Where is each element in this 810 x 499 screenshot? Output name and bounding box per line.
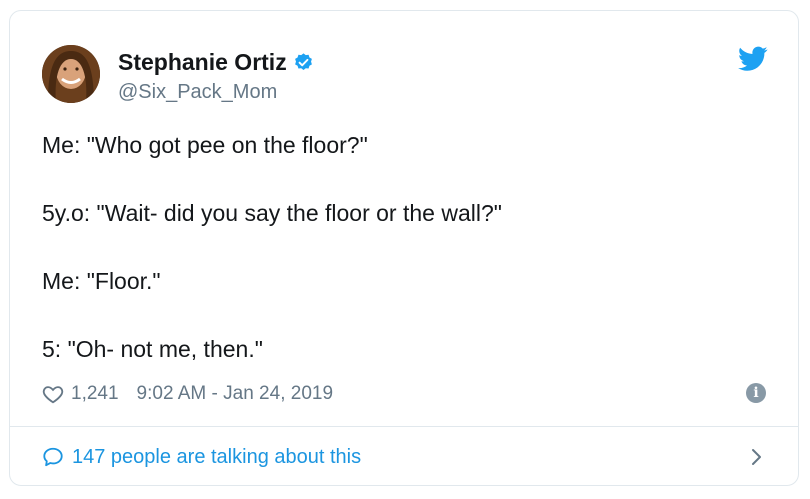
author-name[interactable]: Stephanie Ortiz	[118, 49, 287, 76]
avatar[interactable]	[42, 45, 100, 103]
divider	[10, 426, 798, 427]
info-circle-icon[interactable]: i	[746, 383, 766, 403]
conversation-text[interactable]: 147 people are talking about this	[72, 446, 361, 469]
conversation-link[interactable]: 147 people are talking about this	[42, 441, 766, 473]
twitter-bird-icon[interactable]	[738, 46, 768, 72]
author-name-row: Stephanie Ortiz	[118, 49, 314, 76]
avatar-portrait-icon	[42, 45, 100, 103]
tweet-timestamp[interactable]: 9:02 AM - Jan 24, 2019	[137, 383, 333, 405]
verified-badge-icon	[293, 52, 314, 73]
tweet-line: Me: "Who got pee on the floor?"	[42, 132, 368, 158]
tweet-embed-card: Stephanie Ortiz @Six_Pack_Mom Me: "Who g…	[9, 10, 799, 486]
tweet-line: 5y.o: "Wait- did you say the floor or th…	[42, 200, 502, 226]
tweet-line: 5: "Oh- not me, then."	[42, 336, 263, 362]
tweet-text: Me: "Who got pee on the floor?" 5y.o: "W…	[42, 129, 762, 401]
tweet-header: Stephanie Ortiz @Six_Pack_Mom	[10, 11, 798, 121]
like-count[interactable]: 1,241	[71, 383, 119, 405]
chevron-right-icon[interactable]	[750, 447, 764, 467]
tweet-meta: 1,241 9:02 AM - Jan 24, 2019 i	[42, 380, 766, 408]
author-handle[interactable]: @Six_Pack_Mom	[118, 81, 277, 104]
speech-bubble-icon	[43, 447, 63, 467]
tweet-line: Me: "Floor."	[42, 268, 161, 294]
heart-outline-icon[interactable]	[42, 383, 64, 405]
